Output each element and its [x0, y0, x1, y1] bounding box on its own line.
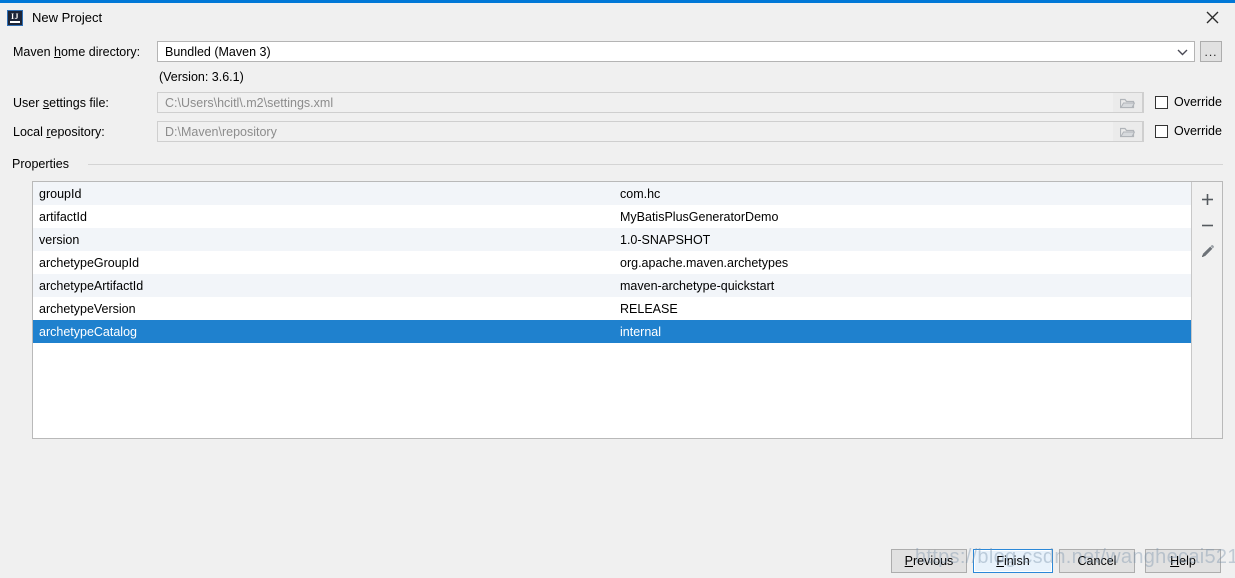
- local-repository-label-prefix: Local: [13, 125, 47, 139]
- property-key: archetypeGroupId: [39, 255, 140, 270]
- maven-home-label-mnemonic: h: [54, 45, 61, 59]
- properties-table: groupId com.hc artifactId MyBatisPlusGenera…: [32, 181, 1223, 439]
- close-icon: [1206, 11, 1219, 23]
- local-repository-override-label: Override: [1174, 124, 1222, 138]
- properties-group-label: Properties: [12, 157, 75, 171]
- local-repository-label: Local repository:: [13, 125, 105, 139]
- property-value: 1.0-SNAPSHOT: [620, 232, 711, 247]
- table-row[interactable]: archetypeArtifactId maven-archetype-quick…: [33, 274, 1191, 297]
- local-repository-value: D:\Maven\repository: [165, 124, 277, 139]
- remove-property-button[interactable]: [1194, 212, 1221, 238]
- user-settings-input[interactable]: C:\Users\hcitl\.m2\settings.xml: [157, 92, 1144, 113]
- user-settings-override-label: Override: [1174, 95, 1222, 109]
- property-value: com.hc: [620, 186, 661, 201]
- table-row[interactable]: groupId com.hc: [33, 182, 1191, 205]
- finish-label: Finish: [996, 554, 1030, 568]
- local-repository-override-checkbox[interactable]: Override: [1155, 124, 1222, 138]
- property-key: version: [39, 232, 80, 247]
- pencil-icon: [1201, 244, 1214, 257]
- intellij-idea-icon: IJ: [7, 9, 23, 26]
- add-property-button[interactable]: [1194, 186, 1221, 212]
- user-settings-label: User settings file:: [13, 96, 109, 110]
- previous-label: Previous: [904, 554, 954, 568]
- window-title: New Project: [32, 10, 103, 25]
- title-bar: IJ New Project: [0, 3, 1235, 32]
- maven-home-browse-button[interactable]: ...: [1200, 41, 1222, 62]
- property-value: MyBatisPlusGeneratorDemo: [620, 209, 779, 224]
- local-repository-browse-button[interactable]: [1113, 121, 1143, 142]
- user-settings-override-checkbox[interactable]: Override: [1155, 95, 1222, 109]
- user-settings-label-prefix: User: [13, 96, 43, 110]
- new-project-dialog: IJ New Project Maven home directory: Bun…: [0, 0, 1235, 578]
- property-value: org.apache.maven.archetypes: [620, 255, 789, 270]
- local-repository-input[interactable]: D:\Maven\repository: [157, 121, 1144, 142]
- folder-icon: [1120, 127, 1135, 137]
- user-settings-label-suffix: ettings file:: [49, 96, 109, 110]
- previous-button[interactable]: Previous: [891, 549, 967, 573]
- user-settings-browse-button[interactable]: [1113, 92, 1143, 113]
- maven-home-label-suffix: ome directory:: [60, 45, 141, 59]
- maven-version-note: (Version: 3.6.1): [159, 70, 244, 84]
- help-label: Help: [1170, 554, 1196, 568]
- properties-table-body[interactable]: groupId com.hc artifactId MyBatisPlusGenera…: [33, 182, 1191, 438]
- table-row[interactable]: artifactId MyBatisPlusGeneratorDemo: [33, 205, 1191, 228]
- checkbox-box-icon: [1155, 124, 1168, 138]
- local-repository-label-suffix: epository:: [50, 125, 105, 139]
- folder-icon: [1120, 98, 1135, 108]
- ellipsis-label: ...: [1204, 45, 1218, 59]
- edit-property-button[interactable]: [1194, 238, 1221, 264]
- properties-toolbar: [1191, 182, 1222, 438]
- maven-home-combobox[interactable]: Bundled (Maven 3): [157, 41, 1195, 62]
- maven-home-label-prefix: Maven: [13, 45, 54, 59]
- property-key: archetypeArtifactId: [39, 278, 144, 293]
- table-row[interactable]: archetypeCatalog internal: [33, 320, 1191, 343]
- property-value: maven-archetype-quickstart: [620, 278, 775, 293]
- finish-button[interactable]: Finish: [973, 549, 1053, 573]
- cancel-label: Cancel: [1077, 554, 1117, 568]
- table-row[interactable]: version 1.0-SNAPSHOT: [33, 228, 1191, 251]
- close-button[interactable]: [1190, 3, 1235, 31]
- maven-home-value: Bundled (Maven 3): [165, 44, 271, 59]
- table-row[interactable]: archetypeVersion RELEASE: [33, 297, 1191, 320]
- property-key: groupId: [39, 186, 82, 201]
- property-key: archetypeCatalog: [39, 324, 137, 339]
- help-button[interactable]: Help: [1145, 549, 1221, 573]
- user-settings-value: C:\Users\hcitl\.m2\settings.xml: [165, 95, 334, 110]
- cancel-button[interactable]: Cancel: [1059, 549, 1135, 573]
- property-value: RELEASE: [620, 301, 678, 316]
- app-icon-text: IJ: [10, 11, 20, 21]
- plus-icon: [1201, 193, 1213, 205]
- property-key: archetypeVersion: [39, 301, 136, 316]
- maven-home-label: Maven home directory:: [13, 45, 140, 59]
- minus-icon: [1201, 224, 1213, 226]
- property-value: internal: [620, 324, 661, 339]
- checkbox-box-icon: [1155, 95, 1168, 109]
- group-separator: [88, 164, 1223, 165]
- table-row[interactable]: archetypeGroupId org.apache.maven.archety…: [33, 251, 1191, 274]
- chevron-down-icon: [1177, 49, 1188, 55]
- property-key: artifactId: [39, 209, 87, 224]
